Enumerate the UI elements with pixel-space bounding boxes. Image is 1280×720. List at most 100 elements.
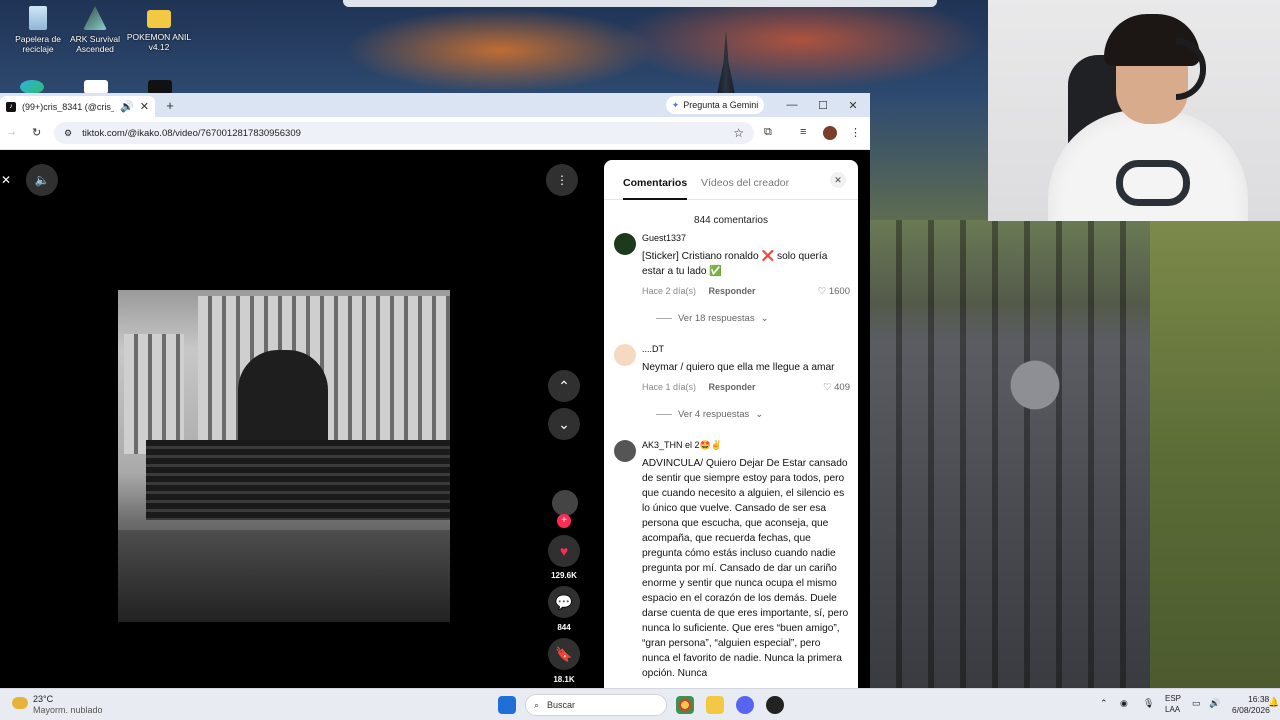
microphone-icon[interactable]: 🎙 xyxy=(1143,698,1154,709)
gemini-button[interactable]: ✦ Pregunta a Gemini xyxy=(666,96,764,114)
webcam-hoodie-logo xyxy=(1116,160,1190,206)
video-player[interactable] xyxy=(118,290,450,622)
menu-icon[interactable]: ⋮ xyxy=(850,126,861,139)
desktop-icon-pokemon[interactable]: POKEMON ANIL v4.12 xyxy=(121,6,197,52)
clock-date[interactable]: 6/08/2026 xyxy=(1232,705,1270,715)
comment-like-button[interactable]: ♡ 1600 xyxy=(818,286,850,297)
webcam-overlay xyxy=(988,0,1280,221)
volume-icon[interactable]: 🔈 xyxy=(26,164,58,196)
desktop-icon-label: ARK Survival Ascended xyxy=(69,34,121,54)
view-replies-button[interactable]: Ver 4 respuestas ⌄ xyxy=(656,409,763,420)
comment-count: 844 xyxy=(557,623,571,632)
divider xyxy=(656,414,672,415)
comments-tabs: Comentarios Vídeos del creador ✕ xyxy=(604,160,858,200)
comment-user[interactable]: ....DT xyxy=(642,344,664,354)
search-icon: ⌕ xyxy=(534,699,540,710)
obs-icon[interactable] xyxy=(766,696,784,714)
more-options-icon[interactable]: ⋮ xyxy=(546,164,578,196)
chevron-up-icon[interactable]: ⌃ xyxy=(1100,698,1108,709)
profile-avatar[interactable] xyxy=(823,126,837,140)
url-text: tiktok.com/@ikako.08/video/7670012817830… xyxy=(82,127,301,139)
volume-tray-icon[interactable]: 🔊 xyxy=(1209,698,1220,709)
weather-desc[interactable]: Mayorm. nublado xyxy=(33,705,103,715)
top-window-edge xyxy=(343,0,937,7)
close-comments-icon[interactable]: ✕ xyxy=(830,172,846,188)
discord-icon[interactable] xyxy=(736,696,754,714)
comment-like-count: 409 xyxy=(834,382,850,393)
view-replies-button[interactable]: Ver 18 respuestas ⌄ xyxy=(656,313,769,324)
gemini-label: Pregunta a Gemini xyxy=(683,100,759,110)
comment-item: ....DT Neymar / quiero que ella me llegu… xyxy=(614,344,850,434)
new-tab-button[interactable]: + xyxy=(162,97,178,113)
tiktok-icon: ♪ xyxy=(6,101,16,112)
tiktok-page: ✕ 🔈 ⋮ ⌃ ⌄ + ♥ 129.6K 💬 844 🔖 18.1K Comen… xyxy=(0,150,870,688)
maximize-button[interactable]: ☐ xyxy=(808,95,838,115)
taskbar-search[interactable]: ⌕ Buscar xyxy=(525,694,667,716)
avatar[interactable] xyxy=(614,440,636,462)
speaker-icon[interactable]: 🔊 xyxy=(120,100,134,113)
comment-user[interactable]: Guest1337 xyxy=(642,233,686,243)
recycle-bin-icon xyxy=(29,6,47,30)
extensions-icon[interactable]: ⧉ xyxy=(764,126,772,139)
capcut-icon xyxy=(84,80,108,94)
avatar[interactable] xyxy=(614,344,636,366)
file-explorer-icon[interactable] xyxy=(706,696,724,714)
site-info-icon[interactable]: ⚙ xyxy=(64,128,72,139)
view-replies-label: Ver 18 respuestas xyxy=(678,313,755,324)
previous-video-button[interactable]: ⌃ xyxy=(548,370,580,402)
chevron-down-icon: ⌄ xyxy=(760,313,769,324)
clock-time[interactable]: 16:38 xyxy=(1248,694,1269,704)
reload-icon[interactable]: ↻ xyxy=(32,126,41,139)
view-replies-label: Ver 4 respuestas xyxy=(678,409,750,420)
chrome-icon[interactable] xyxy=(676,696,694,714)
comment-text: Neymar / quiero que ella me llegue a ama… xyxy=(642,362,835,373)
like-heart-icon[interactable]: ♥ xyxy=(548,535,580,567)
divider xyxy=(656,318,672,319)
comment-text: ADVINCULA/ Quiero Dejar De Estar cansado… xyxy=(642,458,849,679)
gemini-icon: ✦ xyxy=(671,99,680,110)
reply-button[interactable]: Responder xyxy=(709,286,756,296)
tab-comments[interactable]: Comentarios xyxy=(623,177,688,200)
wallpaper-spire xyxy=(716,30,736,100)
close-video-icon[interactable]: ✕ xyxy=(0,164,22,196)
windows-start-icon[interactable] xyxy=(498,696,516,714)
comment-item: Guest1337 [Sticker] Cristiano ronaldo ❌ … xyxy=(614,233,850,324)
video-grass xyxy=(118,530,450,622)
tab-strip: ♪ (99+)cris_8341 (@cris_8341 🔊 ✕ + ✦ Pre… xyxy=(0,93,870,117)
bookmark-star-icon[interactable]: ☆ xyxy=(733,126,744,140)
minimize-button[interactable]: — xyxy=(777,95,807,115)
comment-like-button[interactable]: ♡ 409 xyxy=(823,382,850,393)
browser-window: ♪ (99+)cris_8341 (@cris_8341 🔊 ✕ + ✦ Pre… xyxy=(0,93,870,688)
url-field[interactable]: ⚙ tiktok.com/@ikako.08/video/76700128178… xyxy=(54,122,754,144)
creator-avatar[interactable] xyxy=(552,490,578,516)
desktop-icon-label: Papelera de reciclaje xyxy=(15,34,61,54)
comment-icon[interactable]: 💬 xyxy=(548,586,580,618)
comment-time: Hace 1 día(s) xyxy=(642,382,697,392)
video-bench xyxy=(146,440,450,520)
notifications-icon[interactable]: 🔔 xyxy=(1268,697,1279,708)
close-tab-icon[interactable]: ✕ xyxy=(140,100,149,113)
next-video-button[interactable]: ⌄ xyxy=(548,408,580,440)
avatar[interactable] xyxy=(614,233,636,255)
webcam-headphones xyxy=(1176,38,1206,100)
comment-meta: Hace 1 día(s) Responder xyxy=(642,382,756,392)
bookmark-icon[interactable]: 🔖 xyxy=(548,638,580,670)
chevron-down-icon: ⌄ xyxy=(755,409,764,420)
tab-creator-videos[interactable]: Vídeos del creador xyxy=(701,177,789,189)
language-indicator[interactable]: ESP xyxy=(1165,694,1181,703)
tab-tiktok[interactable]: ♪ (99+)cris_8341 (@cris_8341 🔊 ✕ xyxy=(0,96,155,117)
tab-title: (99+)cris_8341 (@cris_8341 xyxy=(22,101,114,112)
media-control-icon[interactable]: ≡ xyxy=(800,126,806,138)
weather-temp[interactable]: 23°C xyxy=(33,694,53,704)
battery-icon[interactable]: ▭ xyxy=(1192,698,1201,709)
follow-plus-icon[interactable]: + xyxy=(557,514,571,528)
close-window-button[interactable]: ✕ xyxy=(838,95,868,115)
language-layout[interactable]: LAA xyxy=(1165,705,1180,714)
comments-panel: Comentarios Vídeos del creador ✕ 844 com… xyxy=(604,160,858,688)
video-building-left xyxy=(124,334,184,454)
network-app-icon[interactable]: ◉ xyxy=(1120,698,1128,709)
comment-user[interactable]: AK3_THN el 2🤩✌ xyxy=(642,440,722,451)
taskbar: 23°C Mayorm. nublado ⌕ Buscar ⌃ ◉ 🎙 ESP … xyxy=(0,688,1280,720)
forward-icon[interactable]: → xyxy=(6,126,17,138)
reply-button[interactable]: Responder xyxy=(709,382,756,392)
